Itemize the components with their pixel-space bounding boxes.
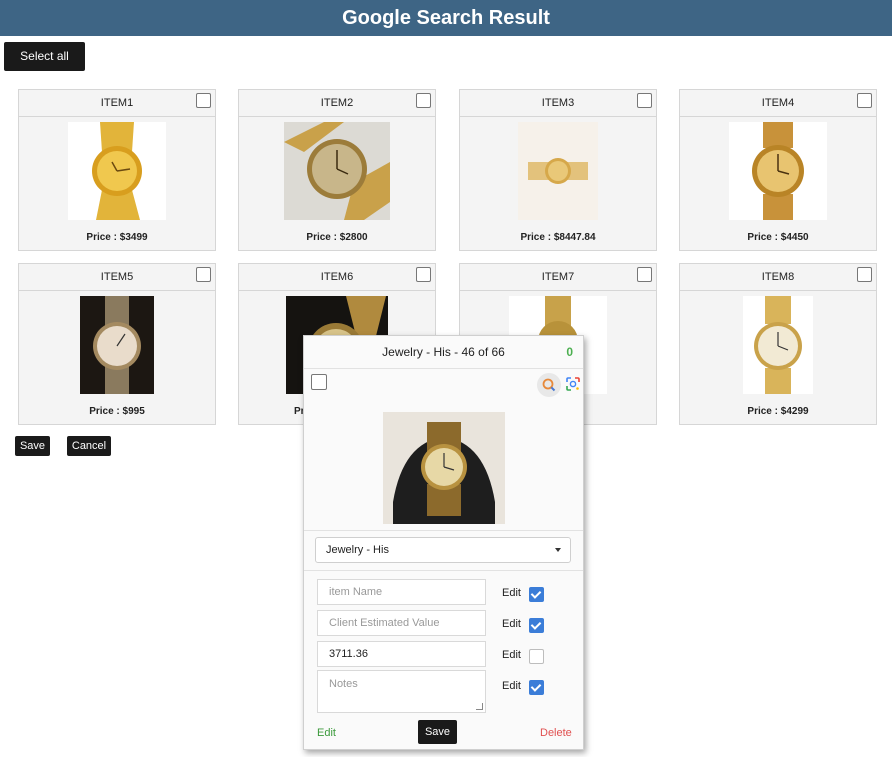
item-photo <box>383 412 505 524</box>
category-select[interactable]: Jewelry - His <box>315 537 571 563</box>
notes-placeholder: Notes <box>329 678 358 690</box>
item-detail-modal: Jewelry - His - 46 of 66 0 Jewelry - His… <box>303 335 584 750</box>
item-checkbox[interactable] <box>196 93 211 108</box>
item-label: ITEM8 <box>761 271 795 283</box>
resize-handle-icon[interactable] <box>476 703 483 710</box>
edit-label: Edit <box>502 587 521 599</box>
watch-image <box>284 122 390 220</box>
item-card-header: ITEM3 <box>460 90 656 117</box>
item-card-8[interactable]: ITEM8 Price : $4299 <box>679 263 877 425</box>
watch-image <box>729 122 827 220</box>
client-value-edit-checkbox[interactable] <box>529 618 544 633</box>
modal-select-checkbox[interactable] <box>311 374 327 390</box>
item-card-header: ITEM5 <box>19 264 215 291</box>
item-checkbox[interactable] <box>196 267 211 282</box>
item-price: Price : $995 <box>89 406 145 417</box>
item-label: ITEM7 <box>541 271 575 283</box>
item-price: Price : $8447.84 <box>520 232 596 243</box>
item-checkbox[interactable] <box>857 267 872 282</box>
item-card-4[interactable]: ITEM4 Price : $4450 <box>679 89 877 251</box>
watch-image <box>518 122 598 220</box>
item-name-field[interactable]: item Name <box>317 579 486 605</box>
item-price: Price : $2800 <box>306 232 368 243</box>
item-card-header: ITEM7 <box>460 264 656 291</box>
select-all-button[interactable]: Select all <box>4 42 85 71</box>
page-title: Google Search Result <box>342 7 550 29</box>
item-checkbox[interactable] <box>857 93 872 108</box>
item-card-header: ITEM8 <box>680 264 876 291</box>
cancel-button[interactable]: Cancel <box>67 436 111 456</box>
item-checkbox[interactable] <box>637 93 652 108</box>
item-card-header: ITEM4 <box>680 90 876 117</box>
notes-field[interactable]: Notes <box>317 670 486 713</box>
item-label: ITEM2 <box>320 97 354 109</box>
modal-save-button[interactable]: Save <box>418 720 457 744</box>
item-card-header: ITEM2 <box>239 90 435 117</box>
item-checkbox[interactable] <box>416 93 431 108</box>
item-card-header: ITEM1 <box>19 90 215 117</box>
search-icon[interactable] <box>537 373 561 397</box>
notes-edit-checkbox[interactable] <box>529 680 544 695</box>
watch-image <box>80 296 154 394</box>
watch-image <box>68 122 166 220</box>
edit-label: Edit <box>502 680 521 692</box>
item-price: Price : $4450 <box>747 232 809 243</box>
item-card-2[interactable]: ITEM2 Price : $2800 <box>238 89 436 251</box>
modal-header: Jewelry - His - 46 of 66 0 <box>304 336 583 369</box>
item-name-edit-checkbox[interactable] <box>529 587 544 602</box>
item-price: Price : $4299 <box>747 406 809 417</box>
item-label: ITEM5 <box>100 271 134 283</box>
item-checkbox[interactable] <box>416 267 431 282</box>
item-price: Price : $3499 <box>86 232 148 243</box>
chevron-down-icon <box>555 548 561 552</box>
divider <box>304 530 583 531</box>
item-label: ITEM1 <box>100 97 134 109</box>
item-card-5[interactable]: ITEM5 Price : $995 <box>18 263 216 425</box>
item-label: ITEM3 <box>541 97 575 109</box>
item-card-header: ITEM6 <box>239 264 435 291</box>
modal-title: Jewelry - His - 46 of 66 <box>382 345 505 359</box>
delete-link[interactable]: Delete <box>540 727 572 739</box>
modal-count-badge: 0 <box>566 345 573 359</box>
divider <box>304 570 583 571</box>
item-label: ITEM6 <box>320 271 354 283</box>
edit-link[interactable]: Edit <box>317 727 336 739</box>
google-lens-icon[interactable] <box>566 377 580 391</box>
item-checkbox[interactable] <box>637 267 652 282</box>
value-edit-checkbox[interactable] <box>529 649 544 664</box>
watch-image <box>743 296 813 394</box>
page-header: Google Search Result <box>0 0 892 36</box>
item-card-1[interactable]: ITEM1 Price : $3499 <box>18 89 216 251</box>
item-label: ITEM4 <box>761 97 795 109</box>
value-field[interactable]: 3711.36 <box>317 641 486 667</box>
edit-label: Edit <box>502 649 521 661</box>
item-card-3[interactable]: ITEM3 Price : $8447.84 <box>459 89 657 251</box>
save-button[interactable]: Save <box>15 436 50 456</box>
category-select-value: Jewelry - His <box>326 544 389 556</box>
client-estimated-value-field[interactable]: Client Estimated Value <box>317 610 486 636</box>
edit-label: Edit <box>502 618 521 630</box>
